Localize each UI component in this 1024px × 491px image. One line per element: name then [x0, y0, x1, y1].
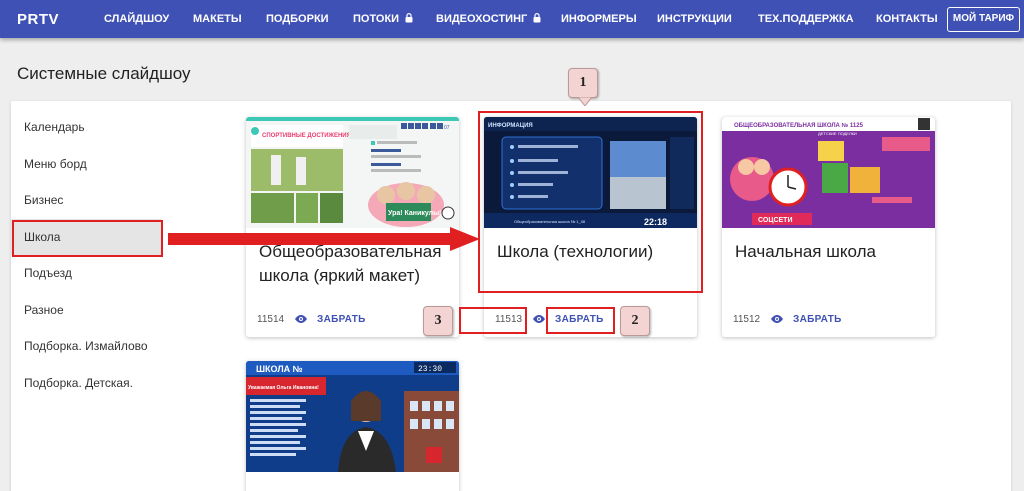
sidebar-item-business[interactable]: Бизнес — [24, 193, 63, 207]
nav-item-instructions[interactable]: ИНСТРУКЦИИ — [657, 13, 732, 25]
slideshow-thumbnail[interactable]: СПОРТИВНЫЕ ДОСТИЖЕНИЯ 07 Ура! Каникулы! — [246, 117, 459, 228]
lock-icon — [405, 13, 413, 23]
nav-item-streams[interactable]: ПОТОКИ — [353, 13, 413, 25]
nav-item-contacts[interactable]: КОНТАКТЫ — [876, 13, 938, 25]
nav-item-slideshow[interactable]: СЛАЙДШОУ — [104, 13, 169, 25]
card-title: Начальная школа — [735, 242, 876, 261]
slideshow-card[interactable]: ШКОЛА № 23:30 Уважаемая Ольга Ивановна! — [246, 361, 459, 491]
nav-item-collections[interactable]: ПОДБОРКИ — [266, 13, 329, 25]
sidebar-item-misc[interactable]: Разное — [24, 303, 64, 317]
thumb-headline: СПОРТИВНЫЕ ДОСТИЖЕНИЯ — [262, 133, 351, 139]
annotation-badge-3: 3 — [423, 306, 453, 336]
take-button[interactable]: ЗАБРАТЬ — [317, 314, 366, 325]
nav-item-streams-label: ПОТОКИ — [353, 13, 400, 25]
view-count-value: 11512 — [733, 314, 761, 325]
page-title: Системные слайдшоу — [17, 64, 191, 83]
badge-pointer-icon — [578, 97, 592, 106]
sidebar-item-entrance[interactable]: Подъезд — [24, 266, 72, 280]
top-navbar: PRTV СЛАЙДШОУ МАКЕТЫ ПОДБОРКИ ПОТОКИ ВИД… — [0, 0, 1024, 38]
annotation-highlight-take — [546, 307, 615, 334]
sidebar-item-kids[interactable]: Подборка. Детская. — [24, 376, 133, 390]
nav-item-informers[interactable]: ИНФОРМЕРЫ — [561, 13, 637, 25]
brand-logo[interactable]: PRTV — [17, 11, 59, 28]
thumb-greeting: Уважаемая Ольга Ивановна! — [248, 385, 319, 391]
nav-item-layouts[interactable]: МАКЕТЫ — [193, 13, 242, 25]
annotation-badge-1: 1 — [568, 68, 598, 98]
my-tariff-button[interactable]: МОЙ ТАРИФ — [947, 7, 1020, 32]
thumb-date: 07 — [444, 125, 450, 131]
annotation-arrow — [168, 227, 480, 251]
view-count: 11512 — [733, 314, 784, 325]
thumbnail-primary-school: ОБЩЕОБРАЗОВАТЕЛЬНАЯ ШКОЛА № 1125 СОЦСЕТИ… — [722, 117, 935, 228]
lock-icon — [533, 13, 541, 23]
nav-item-videohosting-label: ВИДЕОХОСТИНГ — [436, 13, 528, 25]
view-count: 11514 — [257, 314, 308, 325]
thumb-social: СОЦСЕТИ — [758, 217, 792, 224]
thumb-clock: 23:30 — [418, 365, 442, 374]
view-count-value: 11514 — [257, 314, 285, 325]
sidebar-item-izmailovo[interactable]: Подборка. Измайлово — [24, 339, 148, 353]
eye-icon[interactable] — [294, 314, 308, 324]
thumb-headline: ОБЩЕОБРАЗОВАТЕЛЬНАЯ ШКОЛА № 1125 — [734, 122, 864, 129]
sidebar-item-menu-board[interactable]: Меню борд — [24, 157, 87, 171]
slideshow-thumbnail[interactable]: ОБЩЕОБРАЗОВАТЕЛЬНАЯ ШКОЛА № 1125 СОЦСЕТИ… — [722, 117, 935, 228]
take-button[interactable]: ЗАБРАТЬ — [793, 314, 842, 325]
slideshow-card[interactable]: ОБЩЕОБРАЗОВАТЕЛЬНАЯ ШКОЛА № 1125 СОЦСЕТИ… — [722, 117, 935, 337]
nav-item-support[interactable]: ТЕХ.ПОДДЕРЖКА — [758, 13, 854, 25]
eye-icon[interactable] — [770, 314, 784, 324]
annotation-highlight-views — [459, 307, 527, 334]
annotation-highlight-school-category — [12, 220, 163, 257]
slideshow-thumbnail[interactable]: ШКОЛА № 23:30 Уважаемая Ольга Ивановна! — [246, 361, 459, 472]
thumb-headline: ШКОЛА № — [256, 364, 303, 374]
sidebar-item-calendar[interactable]: Календарь — [24, 120, 85, 134]
annotation-badge-2: 2 — [620, 306, 650, 336]
thumbnail-school-bright: СПОРТИВНЫЕ ДОСТИЖЕНИЯ 07 Ура! Каникулы! — [246, 117, 459, 228]
eye-icon[interactable] — [532, 314, 546, 324]
thumb-crafts: ДЕТСКИЕ ПОДЕЛКИ — [818, 131, 857, 136]
thumbnail-school-greeting: ШКОЛА № 23:30 Уважаемая Ольга Ивановна! — [246, 361, 459, 472]
thumb-caption: Ура! Каникулы! — [388, 210, 441, 217]
annotation-highlight-card — [478, 111, 703, 293]
nav-item-videohosting[interactable]: ВИДЕОХОСТИНГ — [436, 13, 541, 25]
